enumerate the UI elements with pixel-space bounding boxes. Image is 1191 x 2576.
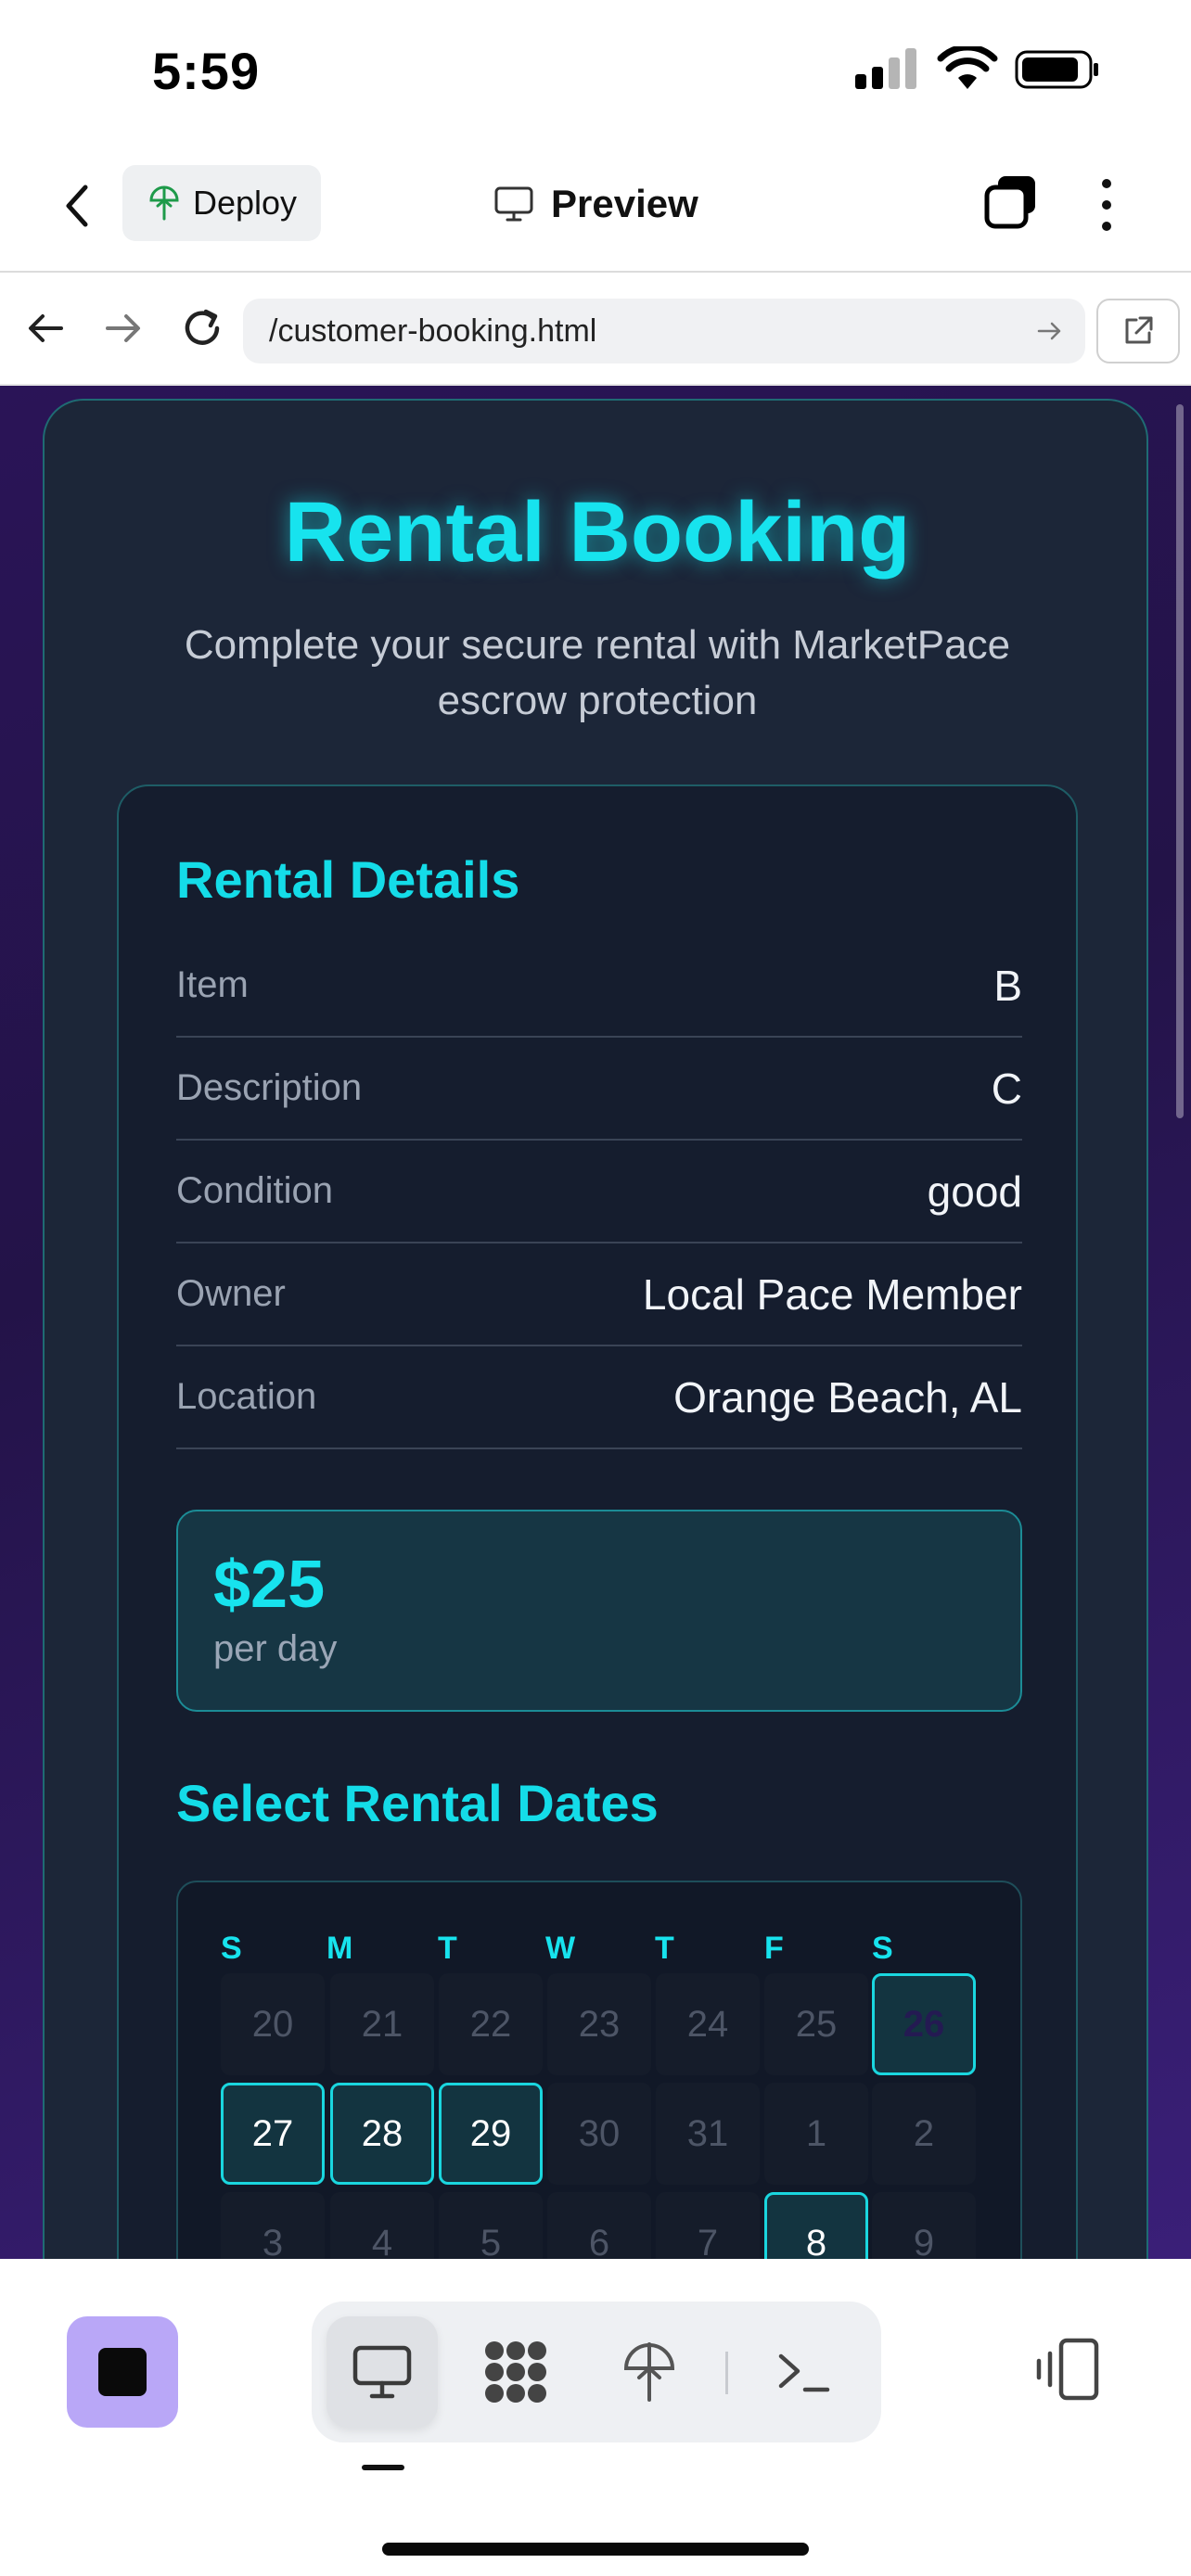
detail-row-condition: Condition good <box>176 1141 1022 1243</box>
deploy-mode-button[interactable] <box>594 2316 705 2428</box>
calendar-day[interactable]: 9 <box>872 2192 976 2259</box>
calendar-day[interactable]: 30 <box>547 2083 651 2185</box>
preview-label: Preview <box>551 182 698 225</box>
calendar-day[interactable]: 4 <box>330 2192 434 2259</box>
open-external-button[interactable] <box>1096 299 1180 363</box>
calendar-day[interactable]: 5 <box>439 2192 543 2259</box>
external-link-icon <box>1125 316 1153 344</box>
detail-value: Orange Beach, AL <box>673 1372 1022 1422</box>
detail-value: B <box>993 961 1022 1010</box>
url-input[interactable]: /customer-booking.html <box>243 299 1085 363</box>
battery-icon <box>1015 50 1098 89</box>
wifi-icon <box>937 46 998 89</box>
rental-calendar: S M T W T F S 20 21 22 23 24 25 26 27 28… <box>176 1881 1022 2259</box>
grid-icon <box>485 2341 546 2403</box>
calendar-day-selected[interactable]: 29 <box>439 2083 543 2185</box>
status-time: 5:59 <box>152 42 261 100</box>
detail-row-description: Description C <box>176 1038 1022 1141</box>
calendar-day[interactable]: 6 <box>547 2192 651 2259</box>
device-toggle-icon[interactable] <box>1031 2335 1102 2405</box>
app-toolbar: Deploy Preview <box>0 139 1191 271</box>
price-unit: per day <box>213 1628 338 1669</box>
detail-value: Local Pace Member <box>642 1269 1022 1319</box>
deploy-icon <box>623 2342 675 2402</box>
select-dates-title: Select Rental Dates <box>176 1774 659 1832</box>
calendar-day[interactable]: 2 <box>872 2083 976 2185</box>
deploy-label: Deploy <box>193 184 298 222</box>
price-box: $25 per day <box>176 1510 1022 1712</box>
more-vertical-icon[interactable] <box>1095 172 1119 237</box>
detail-label: Condition <box>176 1170 334 1211</box>
calendar-day-selected[interactable]: 27 <box>221 2083 325 2185</box>
screen: 5:59 Deploy Preview /customer-booking.ht… <box>0 0 1191 2576</box>
page-title: Rental Booking <box>284 485 911 580</box>
web-preview: Rental Booking Complete your secure rent… <box>0 386 1191 2259</box>
calendar-day-selected[interactable]: 28 <box>330 2083 434 2185</box>
desktop-mode-button[interactable] <box>327 2316 438 2428</box>
weekday-label: F <box>764 1931 784 1966</box>
detail-value: C <box>991 1064 1022 1113</box>
calendar-day[interactable]: 1 <box>764 2083 868 2185</box>
reload-icon[interactable] <box>178 304 226 352</box>
calendar-day-selected[interactable]: 26 <box>872 1973 976 2075</box>
stop-button[interactable] <box>67 2316 178 2428</box>
weekday-label: T <box>655 1931 674 1966</box>
detail-row-item: Item B <box>176 935 1022 1038</box>
detail-label: Item <box>176 964 249 1005</box>
calendar-day: 25 <box>764 1973 868 2075</box>
detail-row-location: Location Orange Beach, AL <box>176 1346 1022 1449</box>
calendar-day[interactable]: 31 <box>656 2083 760 2185</box>
back-chevron-icon[interactable] <box>52 176 104 236</box>
detail-label: Description <box>176 1067 363 1108</box>
weekday-label: T <box>438 1931 457 1966</box>
calendar-day: 22 <box>439 1973 543 2075</box>
weekday-label: M <box>327 1931 353 1966</box>
cellular-signal-icon <box>855 46 920 89</box>
calendar-day: 21 <box>330 1973 434 2075</box>
grid-mode-button[interactable] <box>460 2316 571 2428</box>
detail-row-owner: Owner Local Pace Member <box>176 1243 1022 1346</box>
calendar-day: 24 <box>656 1973 760 2075</box>
calendar-day[interactable]: 3 <box>221 2192 325 2259</box>
mode-switcher <box>312 2302 881 2442</box>
calendar-day: 20 <box>221 1973 325 2075</box>
go-arrow-icon[interactable] <box>1033 315 1065 347</box>
page-scrollbar[interactable] <box>1176 404 1184 1118</box>
browser-bar: /customer-booking.html <box>0 271 1191 386</box>
tabs-icon[interactable] <box>981 172 1041 232</box>
detail-label: Owner <box>176 1273 286 1314</box>
terminal-mode-button[interactable] <box>748 2316 859 2428</box>
calendar-day: 23 <box>547 1973 651 2075</box>
weekday-label: W <box>545 1931 576 1966</box>
price-amount: $25 <box>213 1548 326 1622</box>
calendar-day[interactable]: 7 <box>656 2192 760 2259</box>
mode-divider <box>725 2352 728 2394</box>
rental-details-title: Rental Details <box>176 850 520 909</box>
monitor-icon <box>494 186 533 222</box>
home-indicator <box>382 2543 809 2556</box>
detail-value: good <box>927 1167 1022 1216</box>
calendar-day-selected[interactable]: 8 <box>764 2192 868 2259</box>
stop-icon <box>98 2348 147 2396</box>
preview-tab[interactable]: Preview <box>493 176 698 232</box>
deploy-button[interactable]: Deploy <box>122 165 321 241</box>
weekday-label: S <box>872 1931 893 1966</box>
booking-card: Rental Booking Complete your secure rent… <box>43 399 1148 2259</box>
deploy-icon <box>149 185 179 221</box>
arrow-left-icon[interactable] <box>22 304 70 352</box>
terminal-icon <box>778 2353 830 2392</box>
bottom-toolbar <box>0 2259 1191 2576</box>
page-subtitle: Complete your secure rental with MarketP… <box>184 622 1011 723</box>
active-mode-indicator <box>362 2465 404 2470</box>
arrow-right-icon[interactable] <box>98 304 147 352</box>
detail-label: Location <box>176 1376 317 1417</box>
weekday-label: S <box>221 1931 242 1966</box>
rental-details-panel: Rental Details Item B Description C Cond… <box>117 784 1078 2259</box>
url-text: /customer-booking.html <box>269 312 597 349</box>
desktop-icon <box>352 2345 412 2399</box>
status-bar: 5:59 <box>0 0 1191 139</box>
